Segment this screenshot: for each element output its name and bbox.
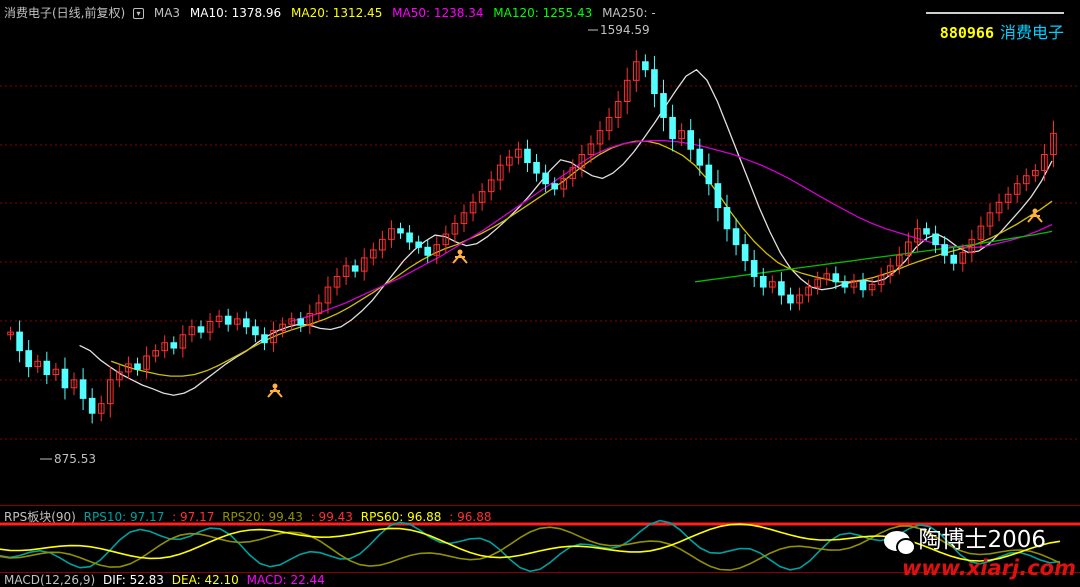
candle-down [542, 172, 549, 185]
candle-down [243, 318, 250, 328]
candle-down [551, 183, 558, 190]
watermark-author: 陶博士2006 [918, 527, 1046, 553]
candle-down [932, 233, 939, 246]
candle-down [859, 280, 867, 291]
low-label: 875.53 [54, 452, 96, 466]
candle-down [705, 164, 713, 185]
ma20-value: MA20: 1312.45 [291, 6, 383, 20]
candle-down [406, 232, 413, 243]
candle-down [297, 318, 305, 326]
candle-down [25, 350, 32, 368]
candle-down [723, 207, 731, 230]
candle-down [841, 281, 849, 288]
ma250-value: MA250: - [602, 6, 656, 20]
candle-down [224, 315, 232, 325]
chart-title: 消费电子(日线,前复权) [4, 6, 126, 20]
candle-down [61, 368, 69, 389]
candle-down [941, 244, 948, 256]
indicator-header: 消费电子(日线,前复权) ▾ MA3 MA10: 1378.96 MA20: 1… [4, 4, 662, 21]
candle-down [950, 254, 958, 264]
candle-down [424, 246, 432, 256]
candle-down [832, 273, 840, 283]
candle-down [397, 228, 404, 234]
signal-marker [452, 249, 468, 264]
stock-name: 消费电子 [999, 23, 1064, 42]
ma50-line [289, 140, 1053, 323]
candle-down [524, 148, 531, 163]
candle-down [750, 260, 758, 277]
candle-down [741, 244, 749, 262]
macd-title: MACD(12,26,9) [4, 573, 96, 587]
candle-down [651, 69, 658, 95]
candle-down [669, 116, 676, 140]
watermark-url: www.xiarj.com [901, 556, 1076, 580]
stock-box-rule [926, 12, 1064, 14]
candle-down [714, 183, 722, 209]
price-chart[interactable]: 1594.59 875.53 [0, 0, 1080, 506]
watermark: 陶博士2006 [884, 520, 1046, 556]
candle-down [660, 93, 667, 118]
wechat-icon [884, 530, 917, 556]
candle-down [778, 281, 785, 296]
candle-down [923, 228, 930, 235]
settings-icon[interactable]: ▾ [133, 8, 145, 19]
ma120-line [695, 230, 1053, 283]
candle-down [787, 294, 794, 304]
candle-down [533, 161, 540, 174]
candle-down [261, 334, 268, 344]
candle-down [79, 379, 87, 399]
candle-down [687, 130, 695, 150]
candle-down [88, 397, 96, 414]
candle-down [696, 148, 704, 166]
candle-down [134, 363, 141, 370]
macd-header: MACD(12,26,9) DIF: 52.83 DEA: 42.10 MACD… [4, 573, 329, 587]
dif-value: DIF: 52.83 [102, 573, 164, 587]
candle-down [642, 61, 649, 71]
candle-down [16, 331, 23, 352]
ma10-value: MA10: 1378.96 [189, 6, 282, 20]
ma50-value: MA50: 1238.34 [392, 6, 484, 20]
candle-down [197, 326, 205, 333]
ma-menu[interactable]: MA3 [154, 6, 180, 20]
high-label: 1594.59 [600, 23, 650, 37]
macd-value: MACD: 22.44 [246, 573, 325, 587]
ma10-line [79, 68, 1053, 396]
candle-down [252, 326, 259, 336]
candle-down [415, 241, 422, 248]
candle-down [351, 265, 359, 272]
ma120-value: MA120: 1255.43 [493, 6, 593, 20]
candle-down [732, 228, 740, 246]
stock-id-box: 880966 消费电子 [926, 12, 1064, 43]
stock-code: 880966 [939, 24, 994, 42]
candle-down [170, 342, 178, 349]
signal-marker [267, 383, 283, 398]
dea-value: DEA: 42.10 [171, 573, 239, 587]
candle-down [759, 275, 767, 288]
candle-down [43, 360, 51, 376]
